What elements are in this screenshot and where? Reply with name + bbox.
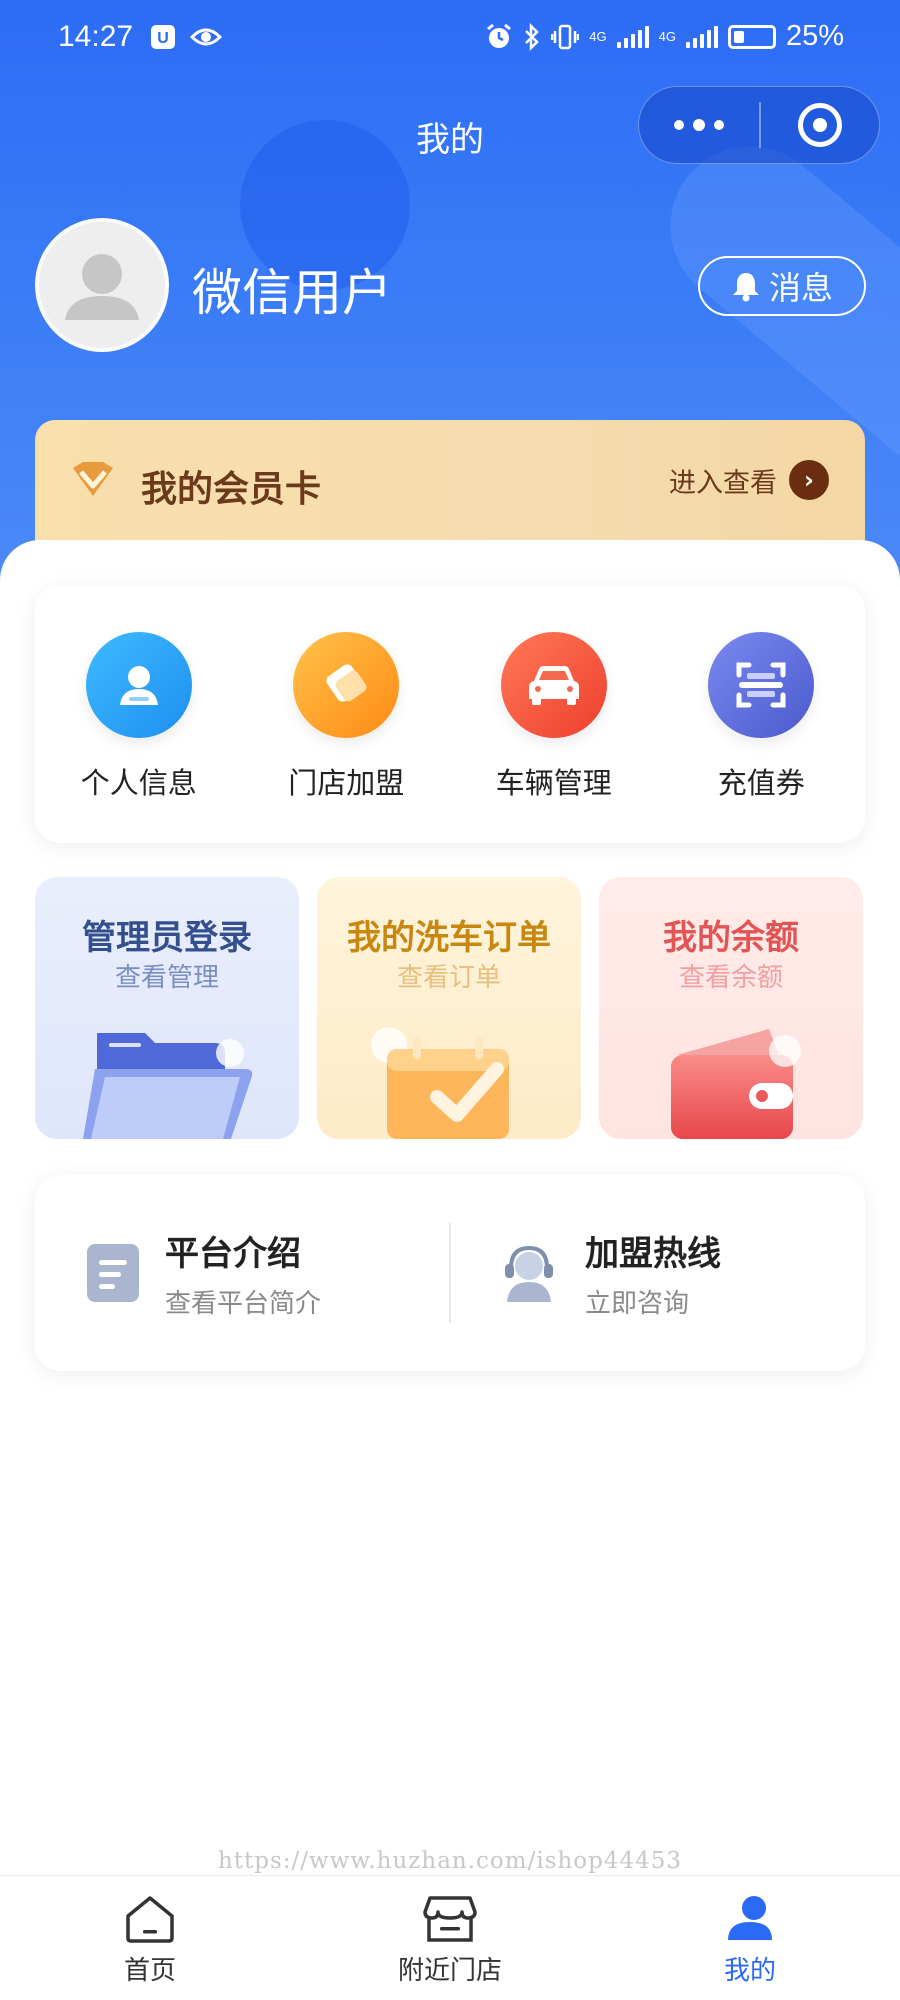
franchise-hotline[interactable]: 加盟热线 立即咨询 bbox=[497, 1175, 721, 1371]
message-button[interactable]: 消息 bbox=[698, 256, 866, 316]
tab-bar: 首页 附近门店 我的 bbox=[0, 1875, 900, 2000]
tab-mine[interactable]: 我的 bbox=[600, 1876, 900, 2000]
username: 微信用户 bbox=[192, 264, 392, 322]
quick-label: 个人信息 bbox=[80, 766, 197, 800]
car-icon bbox=[500, 632, 607, 738]
mini-program-capsule bbox=[638, 86, 880, 164]
target-icon bbox=[798, 103, 842, 147]
vip-card-title: 我的会员卡 bbox=[141, 469, 322, 510]
info-divider bbox=[449, 1223, 451, 1323]
network-label-1: 4G bbox=[589, 29, 607, 44]
tile-wash-orders[interactable]: 我的洗车订单 查看订单 bbox=[317, 877, 581, 1139]
svg-text:U: U bbox=[157, 30, 169, 47]
signal-icon-1 bbox=[616, 25, 649, 48]
message-label: 消息 bbox=[768, 269, 833, 307]
bluetooth-icon bbox=[525, 22, 540, 51]
tab-label: 附近门店 bbox=[397, 1956, 502, 1986]
watermark: https://www.huzhan.com/ishop44453 bbox=[217, 1848, 683, 1874]
status-time: 14:27 bbox=[58, 20, 134, 53]
vibrate-icon bbox=[551, 24, 580, 49]
tab-home[interactable]: 首页 bbox=[0, 1876, 300, 2000]
tile-admin-login[interactable]: 管理员登录 查看管理 bbox=[35, 877, 299, 1139]
status-bar: 14:27 U 4G 4G 25% bbox=[0, 0, 900, 80]
calendar-check-icon bbox=[371, 1027, 509, 1139]
person-icon bbox=[85, 632, 192, 738]
wallet-icon bbox=[671, 1029, 801, 1139]
user-icon bbox=[728, 1896, 772, 1940]
eye-icon bbox=[190, 28, 222, 46]
info-title: 平台介绍 bbox=[165, 1234, 301, 1274]
quick-label: 车辆管理 bbox=[495, 766, 612, 800]
bell-icon bbox=[732, 273, 759, 302]
tile-title: 我的洗车订单 bbox=[347, 918, 551, 958]
info-title: 加盟热线 bbox=[585, 1234, 721, 1274]
signal-icon-2 bbox=[685, 25, 718, 48]
tile-title: 我的余额 bbox=[663, 918, 799, 958]
status-left-icons: U bbox=[150, 24, 222, 50]
notification-app-icon: U bbox=[151, 25, 175, 49]
network-label-2: 4G bbox=[658, 29, 676, 44]
avatar[interactable] bbox=[35, 218, 169, 352]
document-icon bbox=[87, 1244, 139, 1302]
info-card: 平台介绍 查看平台简介 加盟热线 立即咨询 bbox=[35, 1175, 865, 1371]
chevron-right-icon: › bbox=[789, 460, 829, 500]
tile-subtitle: 查看订单 bbox=[396, 963, 501, 993]
quick-item-recharge-voucher[interactable]: 充值券 bbox=[658, 585, 866, 843]
more-dots-icon[interactable] bbox=[639, 87, 759, 163]
handshake-icon bbox=[293, 632, 400, 738]
tab-nearby-stores[interactable]: 附近门店 bbox=[300, 1876, 600, 2000]
home-icon bbox=[126, 1896, 174, 1943]
info-subtitle: 查看平台简介 bbox=[165, 1289, 322, 1319]
scan-icon bbox=[708, 632, 815, 738]
headset-icon bbox=[505, 1245, 553, 1302]
diamond-icon bbox=[73, 462, 113, 496]
tile-subtitle: 查看余额 bbox=[678, 963, 783, 993]
quick-actions-card: 个人信息 门店加盟 车辆管理 充值券 bbox=[35, 585, 865, 843]
quick-item-store-join[interactable]: 门店加盟 bbox=[243, 585, 451, 843]
status-right-icons: 4G 4G 25% bbox=[485, 20, 844, 53]
vip-card[interactable]: 我的会员卡 进入查看 › bbox=[35, 420, 865, 550]
alarm-icon bbox=[487, 23, 512, 48]
tile-subtitle: 查看管理 bbox=[114, 963, 219, 993]
quick-label: 充值券 bbox=[717, 766, 805, 800]
tile-balance[interactable]: 我的余额 查看余额 bbox=[599, 877, 863, 1139]
tab-label: 首页 bbox=[123, 1956, 176, 1986]
tile-title: 管理员登录 bbox=[82, 918, 252, 958]
vip-card-enter[interactable]: 进入查看 › bbox=[669, 460, 829, 500]
quick-label: 门店加盟 bbox=[288, 766, 405, 800]
battery-icon bbox=[727, 24, 776, 49]
store-icon bbox=[423, 1896, 477, 1942]
battery-percent: 25% bbox=[785, 20, 844, 52]
quick-item-profile-info[interactable]: 个人信息 bbox=[35, 585, 243, 843]
vip-card-action-label: 进入查看 bbox=[669, 467, 777, 499]
tab-label: 我的 bbox=[723, 1956, 776, 1986]
folder-icon bbox=[83, 1033, 253, 1139]
close-button[interactable] bbox=[761, 103, 879, 147]
default-avatar-icon bbox=[65, 254, 139, 320]
platform-intro[interactable]: 平台介绍 查看平台简介 bbox=[85, 1175, 321, 1371]
info-subtitle: 立即咨询 bbox=[585, 1289, 690, 1319]
quick-item-vehicle-management[interactable]: 车辆管理 bbox=[450, 585, 658, 843]
